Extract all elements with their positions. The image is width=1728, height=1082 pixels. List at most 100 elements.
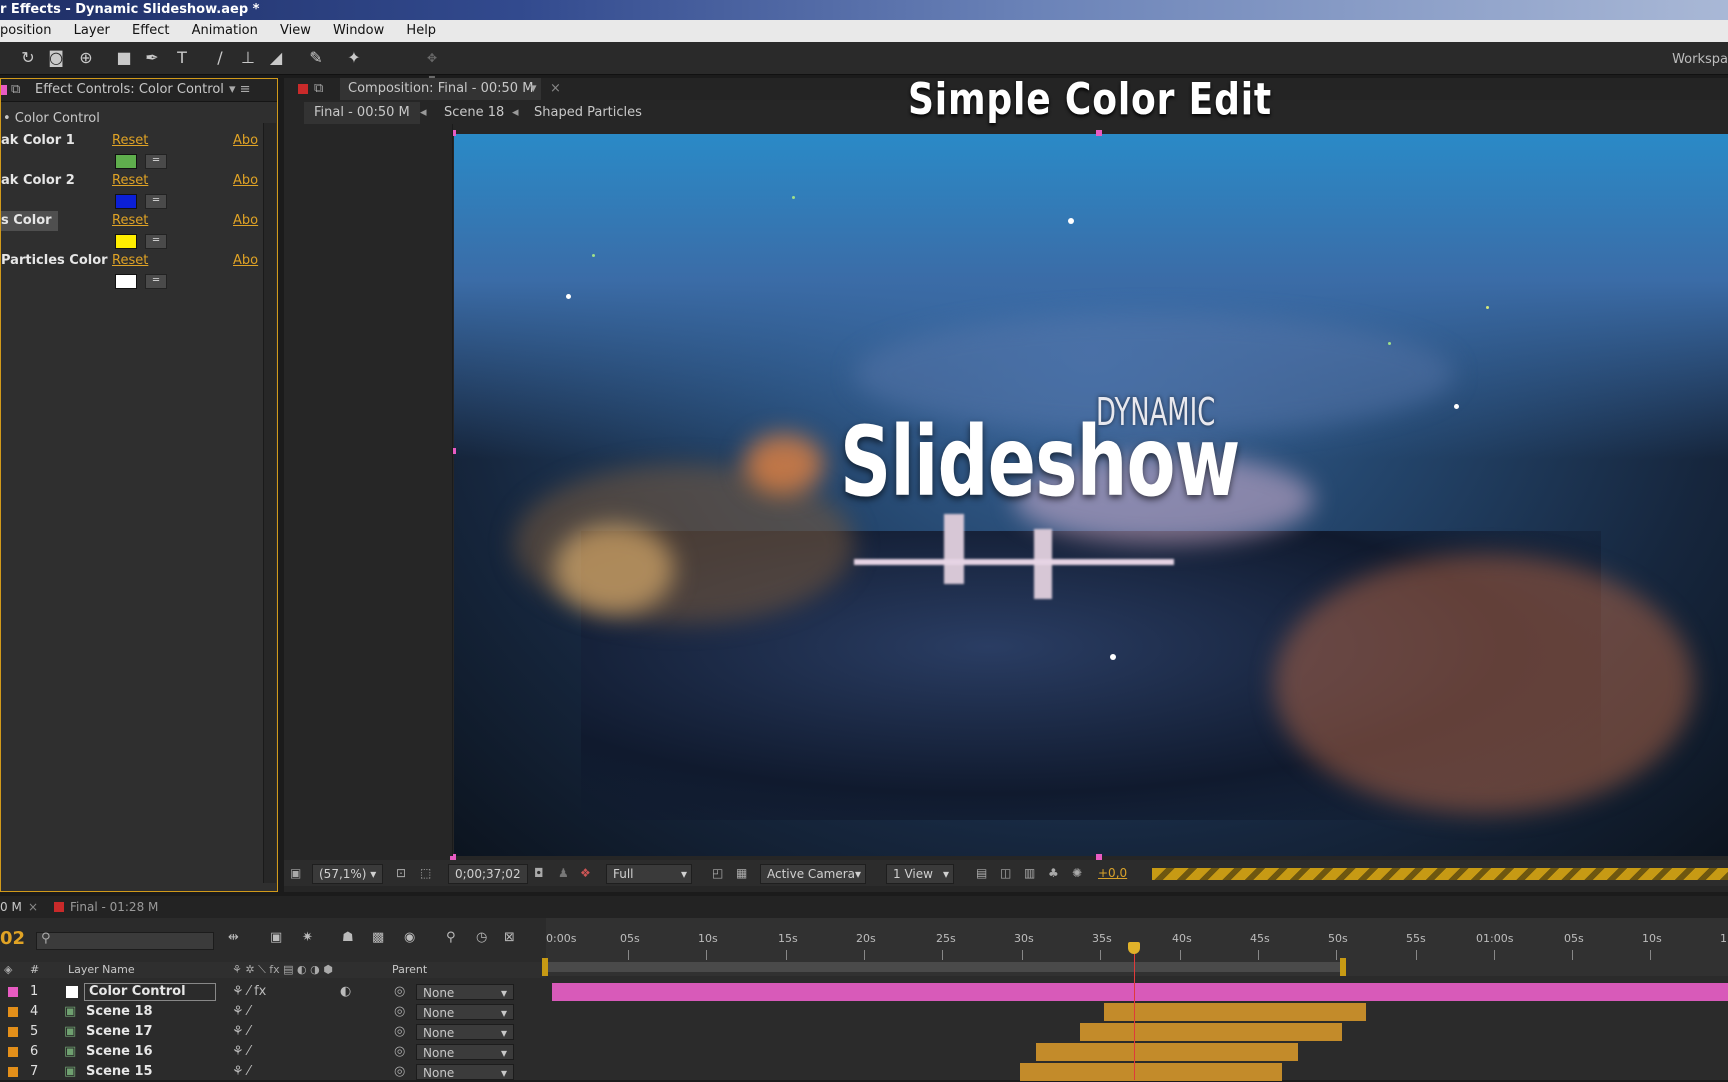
label-color-chip[interactable]: [8, 1067, 18, 1077]
render-preview-icon[interactable]: ◫: [1000, 860, 1011, 886]
color-swatch[interactable]: [115, 234, 137, 249]
snapshot-grid-icon[interactable]: ▣: [290, 860, 301, 886]
menu-window[interactable]: Window: [333, 23, 384, 38]
transparency-grid-icon[interactable]: ⬚: [420, 860, 431, 886]
layer-search-input[interactable]: ⚲: [36, 931, 214, 950]
exposure-icon[interactable]: ✺: [1072, 860, 1082, 886]
about-link[interactable]: Abo: [233, 131, 258, 151]
fast-previews-icon[interactable]: ◰: [712, 860, 723, 886]
brush-tool-icon[interactable]: /: [210, 48, 230, 68]
timecode-field[interactable]: 0;00;37;02: [448, 864, 528, 884]
tab-final-comp[interactable]: Final - 01:28 M: [70, 896, 158, 918]
toggle-transparency-icon[interactable]: ▦: [736, 860, 747, 886]
menu-layer[interactable]: Layer: [74, 23, 110, 38]
effect-header[interactable]: • Color Control: [1, 109, 263, 129]
label-color-chip[interactable]: [8, 1047, 18, 1057]
show-snapshot-icon[interactable]: ♟: [558, 860, 569, 886]
hide-shy-layers-icon[interactable]: ✷: [302, 930, 313, 945]
snapshot-camera-icon[interactable]: ◘: [534, 860, 544, 886]
color-channels-icon[interactable]: ❖: [580, 860, 591, 886]
parent-dropdown[interactable]: None ▾: [416, 1004, 514, 1020]
eraser-tool-icon[interactable]: ◢: [266, 48, 286, 68]
layer-row[interactable]: 6 ▣ Scene 16 ⚘ ⁄ ◎ None ▾: [0, 1042, 546, 1062]
label-color-chip[interactable]: [8, 987, 18, 997]
pickwhip-icon[interactable]: ◎: [394, 982, 405, 1002]
label-color-chip[interactable]: [8, 1007, 18, 1017]
playhead-handle[interactable]: [1128, 942, 1140, 954]
layer-row[interactable]: 5 ▣ Scene 17 ⚘ ⁄ ◎ None ▾: [0, 1022, 546, 1042]
graph-editor-icon[interactable]: ◉: [404, 930, 415, 945]
axis-mode-icon[interactable]: ✥ ▪ ✕: [422, 48, 442, 105]
lock-icon[interactable]: ⧉: [314, 78, 323, 100]
layer-switches[interactable]: ⚘ ⁄: [232, 1002, 250, 1022]
close-tab-icon[interactable]: ×: [28, 896, 38, 918]
work-area-end-handle[interactable]: [1340, 958, 1346, 976]
type-tool-icon[interactable]: T: [172, 48, 192, 68]
parent-dropdown[interactable]: None ▾: [416, 1044, 514, 1060]
pickwhip-icon[interactable]: ◎: [394, 1022, 405, 1042]
work-area-start-handle[interactable]: [542, 958, 548, 976]
layer-name[interactable]: Scene 15: [86, 1062, 153, 1082]
layer-switches[interactable]: ⚘ ⁄ fx: [232, 982, 266, 1002]
eyedropper-icon[interactable]: ═: [145, 154, 167, 169]
parent-dropdown[interactable]: None ▾: [416, 984, 514, 1000]
about-link[interactable]: Abo: [233, 171, 258, 191]
breadcrumb-final[interactable]: Final - 00:50 M: [304, 102, 420, 124]
color-swatch[interactable]: [115, 274, 137, 289]
layer-row[interactable]: 4 ▣ Scene 18 ⚘ ⁄ ◎ None ▾: [0, 1002, 546, 1022]
flowchart-icon[interactable]: ♣: [1048, 860, 1059, 886]
layer-bar[interactable]: [1036, 1043, 1298, 1061]
pickwhip-icon[interactable]: ◎: [394, 1002, 405, 1022]
zoom-dropdown[interactable]: (57,1%) ▾: [312, 864, 384, 884]
camera-dropdown[interactable]: Active Camera ▾: [760, 864, 866, 884]
about-link[interactable]: Abo: [233, 211, 258, 231]
menu-animation[interactable]: Animation: [192, 23, 258, 38]
work-area-bar[interactable]: [546, 962, 1344, 972]
color-swatch[interactable]: [115, 194, 137, 209]
layer-bar[interactable]: [1080, 1023, 1342, 1041]
layer-name[interactable]: Scene 18: [86, 1002, 153, 1022]
parent-dropdown[interactable]: None ▾: [416, 1064, 514, 1080]
render-queue-icon[interactable]: ⊠: [504, 930, 515, 945]
rectangle-tool-icon[interactable]: ■: [114, 48, 134, 68]
layer-row[interactable]: 1 Color Control ⚘ ⁄ fx ◐ ◎ None ▾: [0, 982, 546, 1002]
toggle-pixel-aspect-icon[interactable]: ▤: [976, 860, 987, 886]
breadcrumb-scene[interactable]: Scene 18: [444, 102, 504, 124]
reset-link[interactable]: Reset: [112, 131, 148, 151]
clone-stamp-tool-icon[interactable]: ⊥: [238, 48, 258, 68]
reset-link[interactable]: Reset: [112, 211, 148, 231]
current-time-indicator[interactable]: [1134, 944, 1135, 1080]
eyedropper-icon[interactable]: ═: [145, 274, 167, 289]
reset-link[interactable]: Reset: [112, 171, 148, 191]
region-of-interest-icon[interactable]: ⊡: [396, 860, 406, 886]
brainstorm-icon[interactable]: ⚲: [446, 930, 456, 945]
frame-blending-icon[interactable]: ☗: [342, 930, 354, 945]
effect-controls-tab[interactable]: ⧉ Effect Controls: Color Control ▾ ≡: [1, 79, 277, 102]
rotate-tool-icon[interactable]: ↻: [18, 48, 38, 68]
comp-dropdown-icon[interactable]: ▾: [530, 78, 537, 100]
resolution-dropdown[interactable]: Full ▾: [606, 864, 692, 884]
exposure-value[interactable]: +0,0: [1098, 860, 1127, 886]
menu-composition[interactable]: position: [0, 23, 52, 38]
about-link[interactable]: Abo: [233, 251, 258, 271]
label-color-chip[interactable]: [8, 1027, 18, 1037]
composition-mini-flowchart-icon[interactable]: ⇹: [228, 930, 239, 945]
layer-name[interactable]: Scene 16: [86, 1042, 153, 1062]
camera-tool-icon[interactable]: ◙: [46, 48, 66, 68]
roto-brush-tool-icon[interactable]: ✎: [306, 48, 326, 68]
draft-3d-icon[interactable]: ▣: [270, 930, 282, 945]
motion-blur-icon[interactable]: ▩: [372, 930, 384, 945]
layer-switches[interactable]: ⚘ ⁄: [232, 1022, 250, 1042]
layer-switches[interactable]: ⚘ ⁄: [232, 1062, 250, 1082]
auto-keyframe-icon[interactable]: ◷: [476, 930, 487, 945]
menu-help[interactable]: Help: [406, 23, 436, 38]
panel-menu-icon[interactable]: ▾ ≡: [229, 79, 251, 101]
tab-previous-comp[interactable]: 0 M: [0, 896, 22, 918]
pen-tool-icon[interactable]: ✒: [142, 48, 162, 68]
layer-name[interactable]: Color Control: [84, 983, 216, 1001]
timeline-icon[interactable]: ▥: [1024, 860, 1035, 886]
pan-behind-tool-icon[interactable]: ⊕: [76, 48, 96, 68]
view-layout-dropdown[interactable]: 1 View ▾: [886, 864, 954, 884]
menu-effect[interactable]: Effect: [132, 23, 169, 38]
current-time[interactable]: 02: [0, 928, 25, 949]
